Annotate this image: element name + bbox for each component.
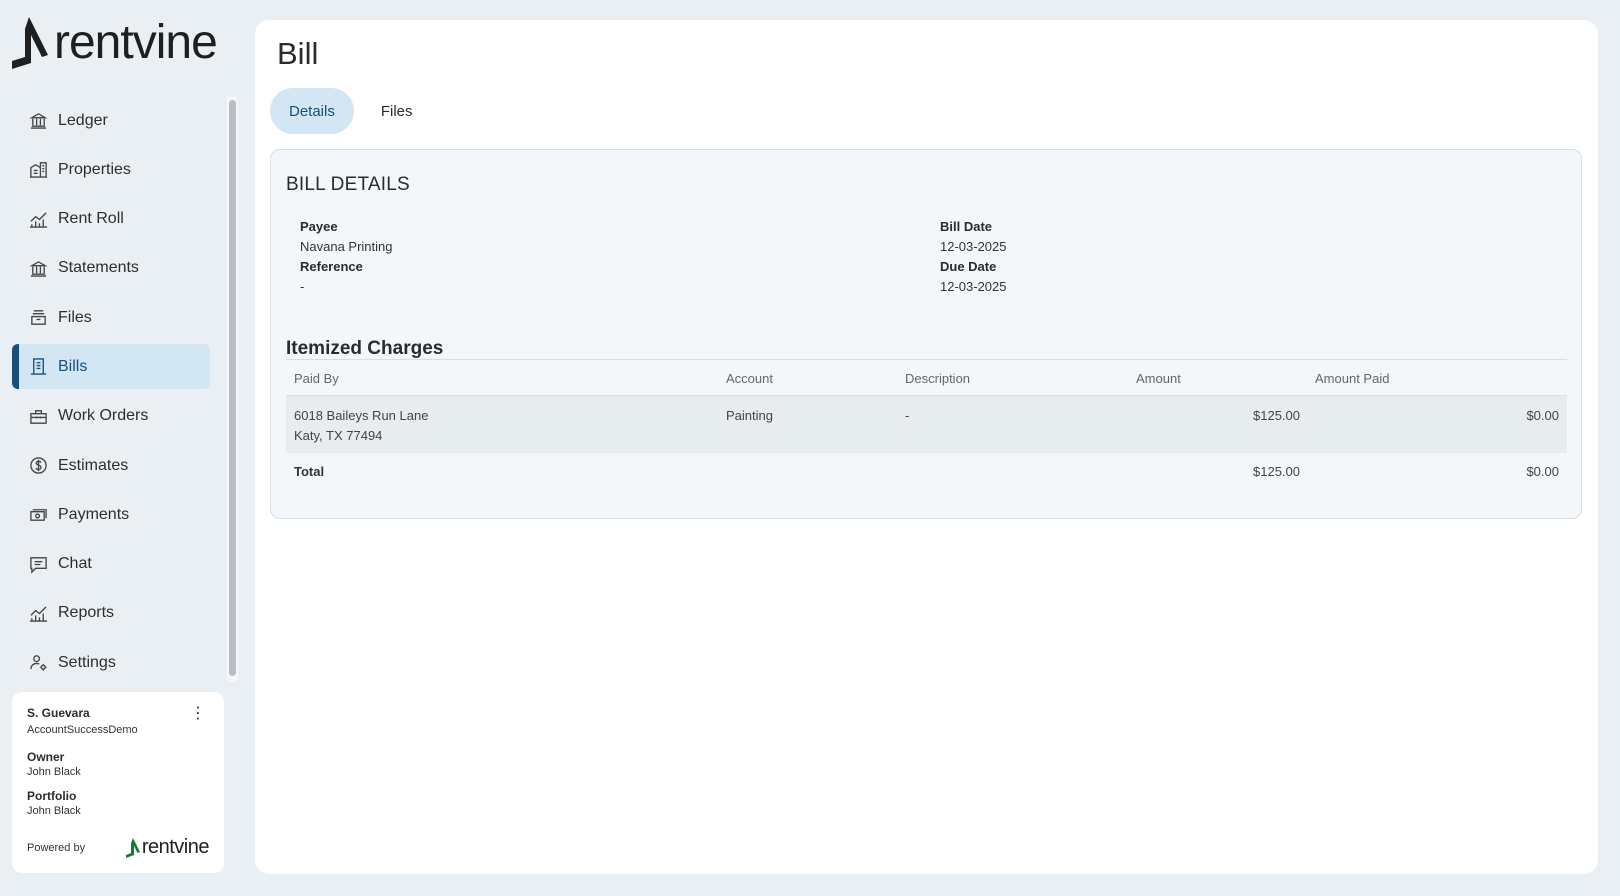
sidebar-item-bills[interactable]: Bills bbox=[12, 344, 210, 390]
bill-details-panel: BILL DETAILS Payee Navana Printing Refer… bbox=[270, 149, 1582, 519]
due-date-value: 12-03-2025 bbox=[940, 279, 1007, 294]
column-header-amount[interactable]: Amount bbox=[1136, 371, 1181, 386]
sidebar-scrollbar-thumb[interactable] bbox=[229, 100, 236, 676]
bill-date-label: Bill Date bbox=[940, 219, 993, 234]
bank-icon bbox=[28, 258, 48, 278]
sidebar-item-label: Properties bbox=[58, 160, 131, 178]
table-row[interactable]: 6018 Baileys Run Lane Katy, TX 77494 Pai… bbox=[286, 396, 1567, 453]
bill-date-field: Bill Date 12-03-2025 bbox=[940, 219, 1007, 254]
sidebar-item-label: Reports bbox=[58, 604, 115, 622]
more-options-icon[interactable]: ⋮ bbox=[190, 706, 206, 722]
amount-cell: $125.00 bbox=[1253, 408, 1300, 423]
logo-text: rentvine bbox=[54, 16, 218, 69]
portfolio-value: John Black bbox=[27, 805, 81, 817]
sidebar-item-rent-roll[interactable]: Rent Roll bbox=[12, 197, 210, 242]
sidebar-item-work-orders[interactable]: Work Orders bbox=[12, 394, 210, 439]
payee-field: Payee Navana Printing bbox=[300, 219, 393, 254]
sidebar-item-properties[interactable]: Properties bbox=[12, 147, 210, 192]
amount-paid-cell: $0.00 bbox=[1526, 408, 1559, 423]
column-header-amount-paid[interactable]: Amount Paid bbox=[1315, 371, 1389, 386]
sidebar-item-label: Statements bbox=[58, 259, 139, 277]
payee-value: Navana Printing bbox=[300, 239, 393, 254]
itemized-charges-title: Itemized Charges bbox=[286, 338, 444, 359]
charges-table: Paid By Account Description Amount Amoun… bbox=[286, 359, 1567, 489]
account-cell: Painting bbox=[726, 408, 773, 423]
sidebar-item-label: Files bbox=[58, 308, 92, 326]
account-name: AccountSuccessDemo bbox=[27, 724, 138, 736]
reference-value: - bbox=[300, 279, 305, 294]
column-header-paid-by[interactable]: Paid By bbox=[294, 371, 339, 386]
sidebar-item-label: Work Orders bbox=[58, 407, 149, 425]
sidebar-item-reports[interactable]: Reports bbox=[12, 591, 210, 636]
receipt-icon bbox=[28, 357, 48, 377]
sidebar-item-label: Settings bbox=[58, 653, 116, 671]
reference-field: Reference - bbox=[300, 259, 363, 294]
rentvine-logo-mark-icon bbox=[12, 17, 48, 69]
sidebar-item-chat[interactable]: Chat bbox=[12, 542, 210, 587]
paid-by-line2: Katy, TX 77494 bbox=[294, 428, 383, 443]
main-content: Bill Details Files BILL DETAILS Payee Na… bbox=[255, 20, 1598, 874]
total-amount: $125.00 bbox=[1253, 464, 1300, 479]
powered-by: Powered by rentvine bbox=[27, 836, 210, 859]
due-date-field: Due Date 12-03-2025 bbox=[940, 259, 1007, 294]
total-label: Total bbox=[294, 464, 325, 479]
buildings-icon bbox=[28, 160, 48, 180]
dollar-icon bbox=[28, 456, 48, 476]
owner-label: Owner bbox=[27, 750, 65, 764]
sidebar: rentvine Ledger Properties Rent Roll Sta… bbox=[0, 0, 240, 896]
toolbox-icon bbox=[28, 406, 48, 426]
sidebar-item-settings[interactable]: Settings bbox=[12, 640, 210, 685]
sidebar-item-label: Ledger bbox=[58, 111, 108, 129]
due-date-label: Due Date bbox=[940, 259, 997, 274]
tab-details[interactable]: Details bbox=[270, 88, 354, 134]
rentvine-logo[interactable]: rentvine bbox=[12, 16, 218, 70]
description-cell: - bbox=[905, 408, 910, 423]
sidebar-item-label: Bills bbox=[58, 357, 88, 375]
sidebar-item-label: Estimates bbox=[58, 456, 129, 474]
owner-value: John Black bbox=[27, 766, 81, 778]
portfolio-label: Portfolio bbox=[27, 789, 77, 803]
sidebar-item-payments[interactable]: Payments bbox=[12, 492, 210, 537]
sidebar-item-label: Chat bbox=[58, 555, 92, 573]
sidebar-item-estimates[interactable]: Estimates bbox=[12, 443, 210, 488]
sidebar-item-label: Payments bbox=[58, 505, 130, 523]
table-total-row: Total $125.00 $0.00 bbox=[286, 453, 1567, 489]
table-header: Paid By Account Description Amount Amoun… bbox=[286, 360, 1567, 396]
powered-by-logo[interactable]: rentvine bbox=[125, 836, 210, 859]
total-amount-paid: $0.00 bbox=[1526, 464, 1559, 479]
bill-date-value: 12-03-2025 bbox=[940, 239, 1007, 254]
column-header-account[interactable]: Account bbox=[726, 371, 773, 386]
chart-icon bbox=[28, 209, 48, 229]
sidebar-item-ledger[interactable]: Ledger bbox=[12, 98, 210, 143]
tab-files[interactable]: Files bbox=[362, 88, 432, 134]
user-name: S. Guevara bbox=[27, 706, 90, 720]
sidebar-item-files[interactable]: Files bbox=[12, 295, 210, 340]
sidebar-item-statements[interactable]: Statements bbox=[12, 246, 210, 291]
bank-icon bbox=[28, 111, 48, 131]
payee-label: Payee bbox=[300, 219, 338, 234]
sidebar-item-label: Rent Roll bbox=[58, 210, 124, 228]
message-icon bbox=[28, 554, 48, 574]
chart-icon bbox=[28, 603, 48, 623]
powered-by-label: Powered by bbox=[27, 841, 86, 854]
section-title: BILL DETAILS bbox=[286, 174, 410, 195]
paid-by-line1: 6018 Baileys Run Lane bbox=[294, 408, 429, 423]
user-card: S. Guevara AccountSuccessDemo ⋮ Owner Jo… bbox=[12, 692, 224, 873]
reference-label: Reference bbox=[300, 259, 363, 274]
powered-by-brand: rentvine bbox=[141, 836, 210, 858]
page-title: Bill bbox=[277, 36, 319, 71]
archive-icon bbox=[28, 308, 48, 328]
tabs: Details Files bbox=[270, 88, 440, 134]
user-gear-icon bbox=[28, 653, 48, 673]
column-header-description[interactable]: Description bbox=[905, 371, 970, 386]
cash-icon bbox=[28, 505, 48, 525]
sidebar-nav: Ledger Properties Rent Roll Statements F… bbox=[12, 98, 210, 690]
rentvine-small-logo-icon bbox=[125, 837, 140, 858]
